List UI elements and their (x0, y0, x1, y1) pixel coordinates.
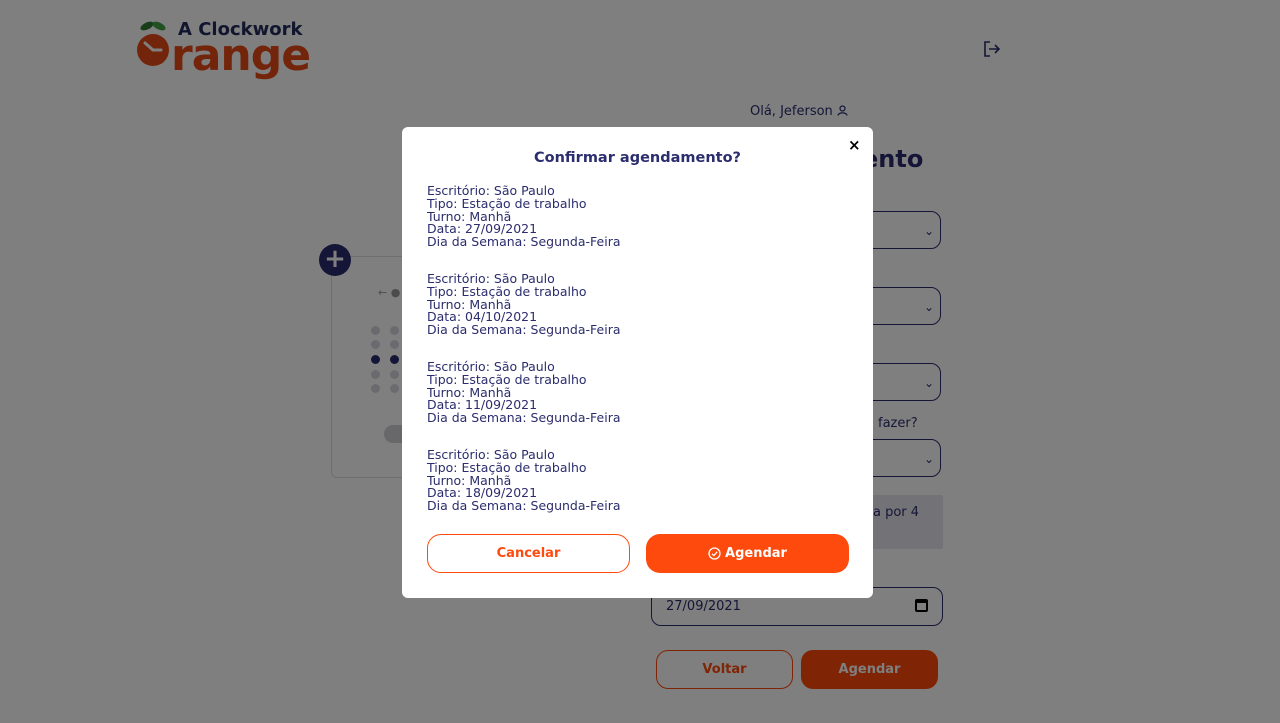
confirm-label: Agendar (725, 546, 787, 561)
confirm-schedule-button[interactable]: Agendar (646, 534, 849, 573)
cancel-label: Cancelar (496, 546, 561, 561)
cancel-button[interactable]: Cancelar (427, 534, 630, 573)
check-circle-icon (708, 547, 721, 560)
booking-entry: Escritório: São Paulo Tipo: Estação de t… (427, 447, 621, 514)
booking-entry: Escritório: São Paulo Tipo: Estação de t… (427, 183, 621, 250)
confirm-modal: × Confirmar agendamento? Escritório: São… (402, 127, 873, 598)
booking-entry: Escritório: São Paulo Tipo: Estação de t… (427, 359, 621, 426)
booking-entry: Escritório: São Paulo Tipo: Estação de t… (427, 271, 621, 338)
modal-title: Confirmar agendamento? (534, 150, 741, 166)
